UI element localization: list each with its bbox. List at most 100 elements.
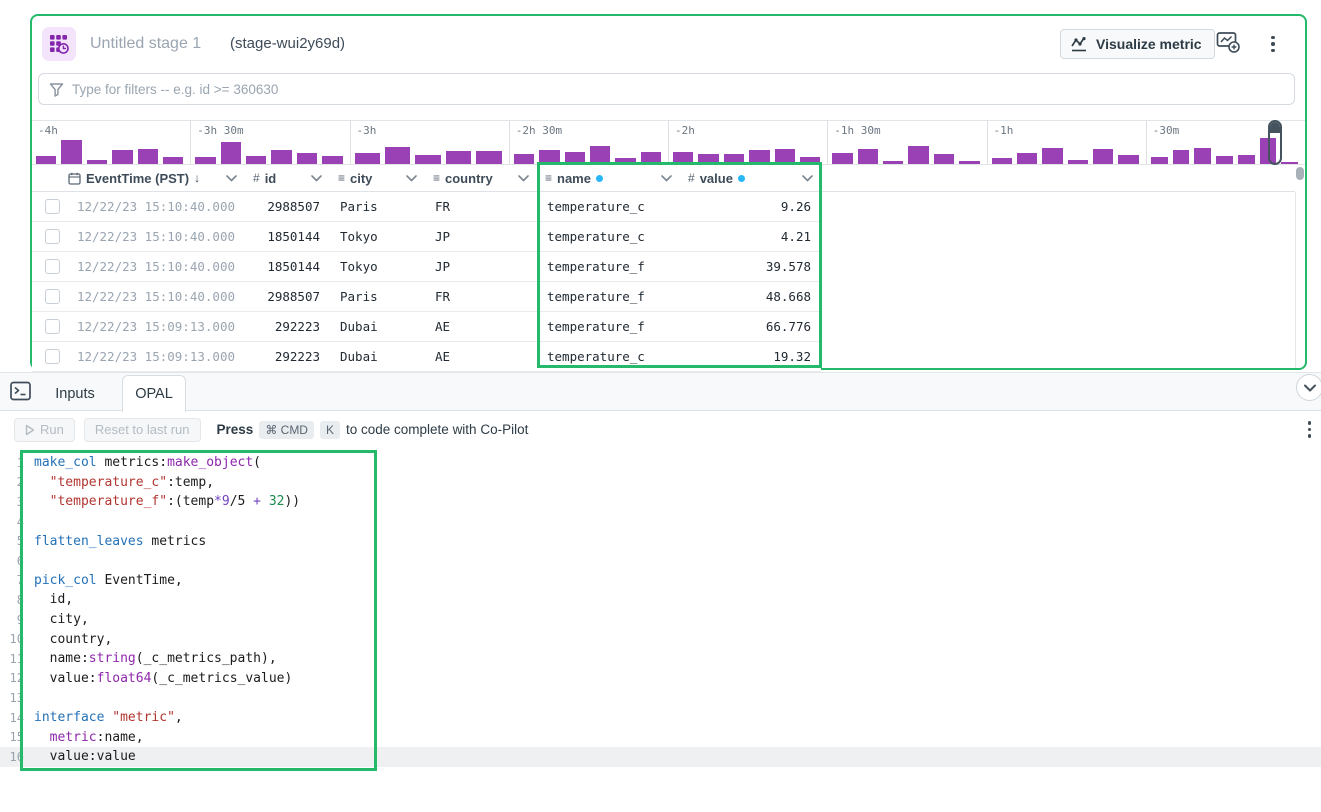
column-header-value[interactable]: # value	[680, 165, 821, 191]
histogram-bar[interactable]	[86, 160, 108, 164]
histogram-bar[interactable]	[589, 146, 611, 164]
column-header-eventtime-pst-[interactable]: EventTime (PST) ↓	[60, 165, 245, 191]
cell-name[interactable]: temperature_c	[537, 349, 680, 364]
histogram-bar[interactable]	[296, 153, 318, 164]
cell-id[interactable]: 1850144	[245, 229, 330, 244]
histogram-bar[interactable]	[1118, 155, 1139, 164]
histogram-bar[interactable]	[564, 152, 585, 164]
code-line[interactable]: 16 value:value	[0, 746, 1321, 767]
histogram-bar[interactable]	[415, 155, 441, 164]
histogram-bar[interactable]	[476, 151, 502, 164]
histogram-section[interactable]: -1h	[986, 121, 1146, 164]
column-header-city[interactable]: ≡ city	[330, 165, 425, 191]
cell-name[interactable]: temperature_f	[537, 259, 680, 274]
cell-eventtime-pst-[interactable]: 12/22/23 15:10:40.000	[60, 289, 245, 304]
row-checkbox[interactable]	[45, 319, 60, 334]
histogram-bar[interactable]	[36, 156, 57, 164]
collapse-panel-button[interactable]	[1296, 374, 1321, 401]
histogram-bar[interactable]	[799, 157, 821, 164]
histogram-bar[interactable]	[1016, 153, 1038, 164]
sort-desc-icon[interactable]: ↓	[194, 171, 200, 185]
tab-opal[interactable]: OPAL	[122, 375, 186, 412]
cell-country[interactable]: FR	[425, 199, 537, 214]
histogram-brush-handle[interactable]	[1268, 120, 1282, 165]
cell-id[interactable]: 292223	[245, 349, 330, 364]
code-line[interactable]: 4	[0, 512, 1321, 532]
row-checkbox[interactable]	[45, 259, 60, 274]
cell-country[interactable]: AE	[425, 319, 537, 334]
table-row[interactable]: 12/22/23 15:10:40.000 1850144 Tokyo JP tempe…	[32, 252, 821, 282]
cell-eventtime-pst-[interactable]: 12/22/23 15:10:40.000	[60, 199, 245, 214]
cell-city[interactable]: Tokyo	[330, 259, 425, 274]
cell-city[interactable]: Dubai	[330, 349, 425, 364]
cell-city[interactable]: Paris	[330, 199, 425, 214]
histogram-section[interactable]: -2h	[668, 121, 827, 164]
histogram-bar[interactable]	[220, 142, 241, 164]
reset-to-last-run-button[interactable]: Reset to last run	[83, 417, 201, 442]
time-histogram[interactable]: -4h -3h 30m -3h -2h 30m -2h -1h 30m -1h -30m	[32, 120, 1305, 165]
histogram-bar[interactable]	[1216, 156, 1233, 164]
cell-value[interactable]: 48.668	[680, 289, 821, 304]
cell-name[interactable]: temperature_f	[537, 319, 680, 334]
histogram-bar[interactable]	[112, 150, 133, 164]
opal-code-editor[interactable]: 1 make_col metrics:make_object(2 "tempera…	[0, 448, 1321, 812]
stage-menu-kebab[interactable]	[1260, 29, 1286, 59]
column-header-id[interactable]: # id	[245, 165, 330, 191]
code-line[interactable]: 1 make_col metrics:make_object(	[0, 453, 1321, 473]
cell-id[interactable]: 2988507	[245, 199, 330, 214]
cell-eventtime-pst-[interactable]: 12/22/23 15:09:13.000	[60, 319, 245, 334]
table-row[interactable]: 12/22/23 15:09:13.000 292223 Dubai AE temper…	[32, 312, 821, 342]
histogram-bar[interactable]	[673, 152, 694, 164]
histogram-bar[interactable]	[615, 158, 636, 164]
table-row[interactable]: 12/22/23 15:09:13.000 292223 Dubai AE temper…	[32, 342, 821, 372]
row-checkbox[interactable]	[45, 199, 60, 214]
histogram-bar[interactable]	[539, 150, 560, 164]
code-line[interactable]: 9 city,	[0, 610, 1321, 630]
code-line[interactable]: 10 country,	[0, 629, 1321, 649]
cell-eventtime-pst-[interactable]: 12/22/23 15:10:40.000	[60, 229, 245, 244]
histogram-bar[interactable]	[1194, 148, 1211, 164]
histogram-bar[interactable]	[640, 152, 661, 164]
cell-value[interactable]: 39.578	[680, 259, 821, 274]
column-header-country[interactable]: ≡ country	[425, 165, 537, 191]
cell-city[interactable]: Dubai	[330, 319, 425, 334]
visualize-metric-button[interactable]: Visualize metric	[1060, 29, 1215, 59]
code-line[interactable]: 12 value:float64(_c_metrics_value)	[0, 669, 1321, 689]
code-line[interactable]: 3 "temperature_f":(temp*9/5 + 32))	[0, 492, 1321, 512]
cell-country[interactable]: AE	[425, 349, 537, 364]
histogram-bar[interactable]	[1237, 155, 1255, 164]
histogram-bar[interactable]	[959, 161, 980, 164]
cell-value[interactable]: 66.776	[680, 319, 821, 334]
editor-menu-kebab[interactable]	[1307, 421, 1311, 438]
cell-name[interactable]: temperature_c	[537, 229, 680, 244]
histogram-section[interactable]: -4h	[32, 121, 190, 164]
code-line[interactable]: 7 pick_col EventTime,	[0, 571, 1321, 591]
histogram-bar[interactable]	[749, 150, 770, 164]
histogram-bar[interactable]	[162, 157, 184, 164]
histogram-bar[interactable]	[513, 154, 535, 164]
cell-name[interactable]: temperature_c	[537, 199, 680, 214]
row-checkbox[interactable]	[45, 349, 60, 364]
cell-eventtime-pst-[interactable]: 12/22/23 15:10:40.000	[60, 259, 245, 274]
histogram-bar[interactable]	[857, 149, 878, 164]
cell-id[interactable]: 292223	[245, 319, 330, 334]
histogram-bar[interactable]	[774, 149, 795, 164]
histogram-section[interactable]: -1h 30m	[827, 121, 986, 164]
histogram-bar[interactable]	[991, 158, 1012, 164]
histogram-bar[interactable]	[354, 153, 380, 164]
histogram-bar[interactable]	[1067, 160, 1088, 164]
histogram-bar[interactable]	[883, 161, 904, 164]
histogram-bar[interactable]	[246, 156, 267, 164]
histogram-section[interactable]: -3h 30m	[190, 121, 349, 164]
table-scrollbar-thumb[interactable]	[1296, 167, 1304, 180]
row-checkbox[interactable]	[45, 289, 60, 304]
code-line[interactable]: 8 id,	[0, 590, 1321, 610]
histogram-bar[interactable]	[1150, 157, 1168, 164]
cell-value[interactable]: 4.21	[680, 229, 821, 244]
code-line[interactable]: 2 "temperature_c":temp,	[0, 473, 1321, 493]
histogram-bar[interactable]	[271, 150, 292, 164]
tab-inputs[interactable]: Inputs	[40, 375, 110, 412]
histogram-bar[interactable]	[832, 153, 853, 164]
histogram-bar[interactable]	[933, 154, 955, 164]
histogram-bar[interactable]	[1042, 148, 1063, 164]
